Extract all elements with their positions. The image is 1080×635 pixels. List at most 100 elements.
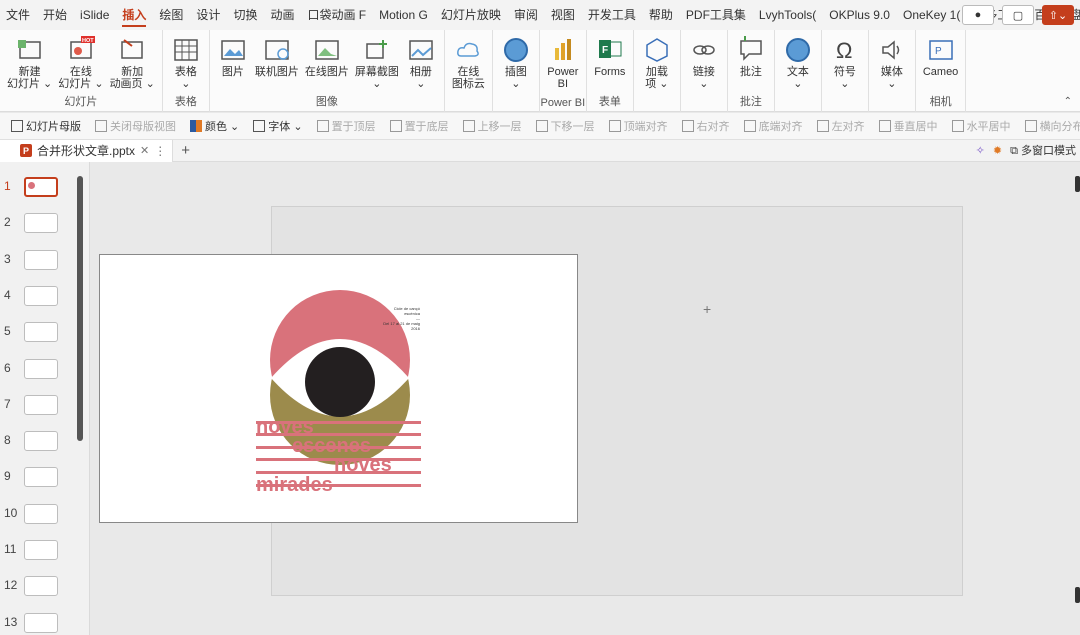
gear-icon[interactable]: ✹ xyxy=(993,144,1002,157)
slide-thumbnail[interactable]: 4 xyxy=(0,285,75,308)
menu-tab-5[interactable]: 设计 xyxy=(190,0,227,30)
menu-tab-14[interactable]: 帮助 xyxy=(643,0,680,30)
scroll-marker xyxy=(1075,176,1080,192)
addins-button[interactable]: 加载 项 ⌄ xyxy=(638,32,676,112)
slide-thumbnail[interactable]: 1 xyxy=(0,177,75,199)
icon-cloud-button[interactable]: 在线 图标云 xyxy=(449,32,488,112)
ribbon-button-label: Cameo xyxy=(922,66,959,78)
screenshot-icon xyxy=(363,36,391,64)
slide-thumbnail[interactable]: 10 xyxy=(0,503,75,526)
menu-tab-13[interactable]: 开发工具 xyxy=(582,0,643,30)
slide-number: 4 xyxy=(4,287,11,302)
slide-thumbnail[interactable]: 12 xyxy=(0,576,75,598)
ribbon-button-label: 插图 ⌄ xyxy=(504,66,527,90)
scroll-marker xyxy=(1075,587,1080,603)
master-toolbar-item-2[interactable]: 颜色 ⌄ xyxy=(183,118,246,134)
menu-tab-3[interactable]: 插入 xyxy=(116,0,153,30)
menu-tab-12[interactable]: 视图 xyxy=(545,0,582,30)
slide-thumbnail[interactable]: 2 xyxy=(0,213,75,235)
collapse-ribbon-icon[interactable]: ⌃ xyxy=(1064,96,1072,107)
icon-cloud-icon xyxy=(454,36,482,64)
document-tab[interactable]: P 合并形状文章.pptx ✕ ⋮ xyxy=(0,139,174,162)
online-slide-icon: HOT xyxy=(67,36,95,64)
menu-tab-10[interactable]: 幻灯片放映 xyxy=(435,0,508,30)
symbol-button[interactable]: Ω 符号 ⌄ xyxy=(826,32,864,112)
caption-line-5: 2016 xyxy=(411,326,421,331)
share-button[interactable]: ⇧⌄ xyxy=(1042,5,1074,25)
slide-thumbnail[interactable]: 6 xyxy=(0,358,75,381)
master-toolbar-item-3[interactable]: 字体 ⌄ xyxy=(246,118,309,134)
menu-tab-6[interactable]: 切换 xyxy=(227,0,264,30)
toolbar-item-label: 左对齐 xyxy=(831,121,865,133)
close-tab-icon[interactable]: ✕ xyxy=(140,144,149,157)
ribbon-button-label: 链接 ⌄ xyxy=(692,66,715,90)
menu-tab-17[interactable]: OKPlus 9.0 xyxy=(823,0,897,30)
menu-tab-2[interactable]: iSlide xyxy=(74,0,116,30)
album-icon xyxy=(407,36,435,64)
slide-thumbnail-preview xyxy=(24,467,58,488)
menu-tab-11[interactable]: 审阅 xyxy=(508,0,545,30)
slide-thumbnail[interactable]: 5 xyxy=(0,322,75,344)
menu-tab-15[interactable]: PDF工具集 xyxy=(680,0,753,30)
text-button[interactable]: 文本 ⌄ xyxy=(779,32,817,112)
ribbon-group-10: 文本 ⌄ xyxy=(775,30,822,112)
link-button[interactable]: 链接 ⌄ xyxy=(685,32,723,112)
media-icon xyxy=(878,36,906,64)
ribbon-group-label: 相机 xyxy=(929,96,952,108)
slide-number: 3 xyxy=(4,251,11,266)
slide[interactable]: noves escenes noves mirades Cicle de can… xyxy=(99,254,578,523)
menu-tab-8[interactable]: 口袋动画 F xyxy=(301,0,373,30)
menu-tab-16[interactable]: LvyhTools( xyxy=(753,0,823,30)
master-toolbar-item-12[interactable]: 垂直居中 xyxy=(872,118,945,134)
slide-thumbnail[interactable]: 7 xyxy=(0,394,75,417)
master-toolbar-item-8[interactable]: 顶端对齐 xyxy=(602,118,675,134)
multi-window-button[interactable]: ⧉ 多窗口模式 xyxy=(1010,142,1076,158)
master-toolbar-item-13[interactable]: 水平居中 xyxy=(945,118,1018,134)
master-toolbar-item-5[interactable]: 置于底层 xyxy=(383,118,456,134)
slide-thumbnail[interactable]: 11 xyxy=(0,540,75,562)
slide-thumbnail[interactable]: 13 xyxy=(0,612,75,635)
tab-strip-right: ✧ ✹ ⧉ 多窗口模式 xyxy=(976,142,1076,158)
master-toolbar-item-10[interactable]: 底端对齐 xyxy=(737,118,810,134)
master-toolbar-item-0[interactable]: 幻灯片母版 xyxy=(4,118,88,134)
slide-thumbnail-preview xyxy=(24,394,58,415)
master-toolbar-item-9[interactable]: 右对齐 xyxy=(675,118,737,134)
menu-tab-7[interactable]: 动画 xyxy=(264,0,301,30)
canvas-scrollbar[interactable] xyxy=(1074,162,1080,635)
record-button[interactable]: ● xyxy=(962,5,994,25)
slide-thumbnail-preview xyxy=(24,358,58,379)
word-mirades: mirades xyxy=(256,474,333,496)
ribbon-button-label: 批注 xyxy=(739,66,762,78)
menu-tab-18[interactable]: OneKey 1( xyxy=(897,0,967,30)
new-tab-button[interactable]: + xyxy=(181,142,190,159)
master-toolbar: 幻灯片母版 关闭母版视图 颜色 ⌄ 字体 ⌄ 置于顶层 置于底层 上移一层 下移一层 顶端对齐 右… xyxy=(0,113,1080,140)
slide-thumbnail[interactable]: 9 xyxy=(0,467,75,489)
master-toolbar-item-6[interactable]: 上移一层 xyxy=(456,118,529,134)
magic-icon[interactable]: ✧ xyxy=(976,144,985,157)
slide-canvas[interactable]: noves escenes noves mirades Cicle de can… xyxy=(91,162,1080,635)
ribbon-button-label: 新加 动画页 ⌄ xyxy=(109,66,155,90)
menu-tab-9[interactable]: Motion G xyxy=(373,0,435,30)
media-button[interactable]: 媒体 ⌄ xyxy=(873,32,911,112)
ribbon-button-label: 在线 图标云 xyxy=(451,66,485,90)
menu-tab-4[interactable]: 绘图 xyxy=(153,0,190,30)
master-toolbar-item-7[interactable]: 下移一层 xyxy=(529,118,602,134)
toolbar-item-label: 置于顶层 xyxy=(331,121,376,133)
master-toolbar-item-4[interactable]: 置于顶层 xyxy=(310,118,383,134)
comment-icon xyxy=(737,36,765,64)
slide-thumbnail[interactable]: 8 xyxy=(0,431,75,453)
illustration-button[interactable]: 插图 ⌄ xyxy=(497,32,535,112)
svg-text:HOT: HOT xyxy=(82,38,94,44)
menu-tab-1[interactable]: 开始 xyxy=(37,0,74,30)
thumbnail-scrollbar[interactable] xyxy=(77,176,83,441)
comments-button[interactable]: ▢ xyxy=(1002,5,1034,25)
slide-artwork: noves escenes noves mirades Cicle de can… xyxy=(256,290,421,496)
tab-menu-icon[interactable]: ⋮ xyxy=(154,144,166,158)
master-toolbar-item-11[interactable]: 左对齐 xyxy=(810,118,872,134)
ribbon-group-6: F Forms 表单 xyxy=(587,30,634,112)
pptx-file-icon: P xyxy=(20,144,32,157)
menu-tab-0[interactable]: 文件 xyxy=(0,0,37,30)
master-toolbar-item-14[interactable]: 横向分布 xyxy=(1018,118,1080,134)
master-toolbar-item-1[interactable]: 关闭母版视图 xyxy=(88,118,183,134)
slide-thumbnail[interactable]: 3 xyxy=(0,249,75,272)
